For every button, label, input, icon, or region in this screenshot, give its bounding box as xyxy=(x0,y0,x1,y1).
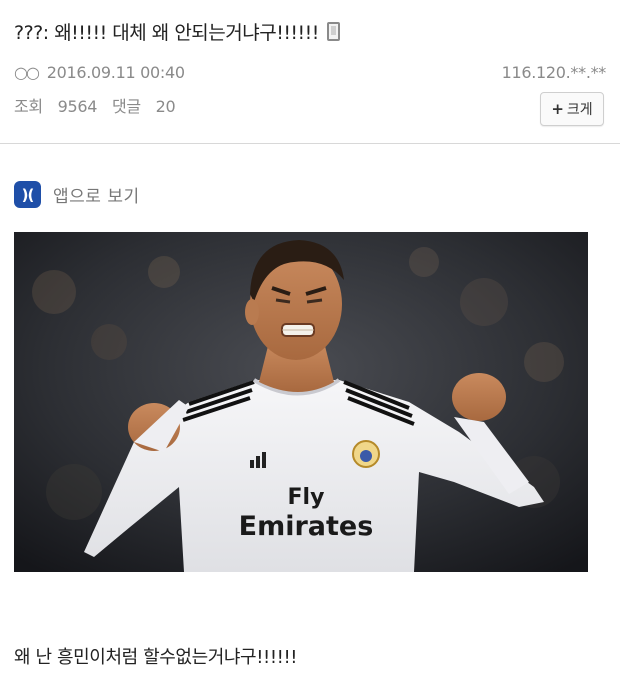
post-author-date: ○○ 2016.09.11 00:40 xyxy=(14,63,185,82)
open-in-app-link[interactable]: )( 앱으로 보기 xyxy=(14,181,140,208)
jersey-text-line1: Fly xyxy=(288,485,325,510)
font-size-button[interactable]: + 크게 xyxy=(540,92,604,126)
post-header: ???: 왜!!!!! 대체 왜 안되는거냐구!!!!!! ○○ 2016.09… xyxy=(0,0,620,143)
open-in-app-label: 앱으로 보기 xyxy=(53,187,140,207)
plus-icon: + xyxy=(551,100,564,118)
comments-count: 20 xyxy=(155,97,176,116)
views-count: 9564 xyxy=(57,97,98,116)
footballer-celebration-image: Fly Emirates xyxy=(14,232,588,572)
post-stats: 조회 9564 댓글 20 xyxy=(14,93,176,117)
post-meta: ○○ 2016.09.11 00:40 116.120.**.** xyxy=(14,63,606,82)
views-label: 조회 xyxy=(14,97,43,116)
post-datetime: 2016.09.11 00:40 xyxy=(46,63,185,82)
post-title-text: ???: 왜!!!!! 대체 왜 안되는거냐구!!!!!! xyxy=(14,22,319,44)
post-title: ???: 왜!!!!! 대체 왜 안되는거냐구!!!!!! xyxy=(14,18,340,45)
nickname-icon: ○○ xyxy=(14,63,40,82)
jersey-text-line2: Emirates xyxy=(239,511,374,542)
post-ip: 116.120.**.** xyxy=(501,63,607,82)
post-image: Fly Emirates xyxy=(14,232,588,572)
app-logo-icon: )( xyxy=(14,181,41,208)
post-body-text: 왜 난 흥민이처럼 할수없는거냐구!!!!!! xyxy=(14,647,298,668)
comments-label: 댓글 xyxy=(111,97,141,116)
mobile-icon xyxy=(326,22,340,41)
font-size-button-label: 크게 xyxy=(566,102,593,118)
header-divider xyxy=(0,143,620,144)
